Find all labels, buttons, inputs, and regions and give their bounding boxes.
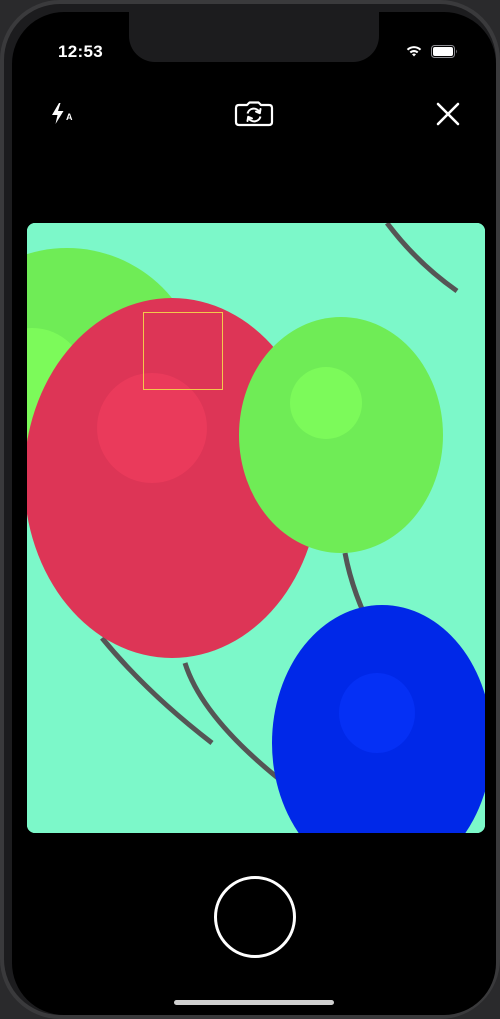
- wifi-icon: [405, 44, 423, 63]
- device-frame: 12:53 A: [0, 0, 500, 1019]
- close-icon: [436, 102, 460, 126]
- status-time: 12:53: [58, 42, 103, 61]
- camera-toolbar: A: [12, 92, 496, 144]
- flash-mode-label: A: [66, 112, 73, 122]
- device-bezel: 12:53 A: [4, 4, 496, 1015]
- close-camera-button[interactable]: [426, 92, 470, 136]
- camera-screen: 12:53 A: [12, 12, 496, 1015]
- camera-rotate-icon: [234, 101, 274, 127]
- flash-toggle-button[interactable]: A: [39, 92, 83, 136]
- home-indicator[interactable]: [174, 1000, 334, 1005]
- focus-indicator: [143, 312, 223, 390]
- switch-camera-button[interactable]: [232, 92, 276, 136]
- status-icons: [405, 44, 458, 63]
- battery-icon: [431, 44, 458, 63]
- shutter-button[interactable]: [214, 876, 296, 958]
- camera-preview-image: [27, 223, 485, 833]
- camera-viewfinder[interactable]: [27, 223, 485, 833]
- device-notch: [129, 12, 379, 62]
